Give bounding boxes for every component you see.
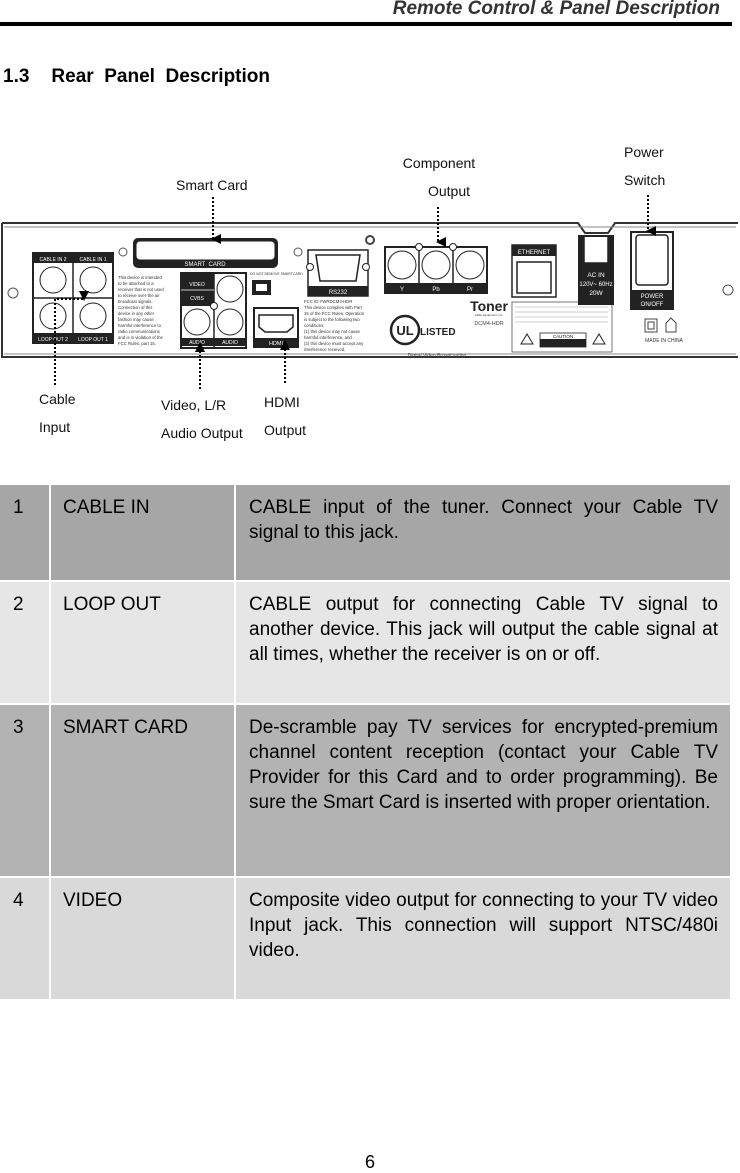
rs232-port: RS232: [306, 235, 375, 297]
section-heading: Rear Panel Description: [51, 66, 270, 87]
ethernet-port: ETHERNET: [511, 244, 557, 298]
svg-text:Digital Video Broadcasting: Digital Video Broadcasting: [408, 353, 467, 359]
svg-text:device in any other: device in any other: [118, 311, 155, 316]
svg-text:Toner: Toner: [470, 298, 508, 314]
section-number: 1.3: [3, 66, 30, 87]
svg-text:harmful interference, and: harmful interference, and: [304, 335, 352, 340]
svg-text:CVBS: CVBS: [190, 296, 204, 302]
table-row: 1 CABLE IN CABLE input of the tuner. Con…: [0, 485, 730, 582]
svg-text:Y: Y: [400, 287, 404, 293]
row-connector-name: LOOP OUT: [51, 582, 236, 705]
row-connector-name: CABLE IN: [51, 485, 236, 582]
section-title: 1.3 Rear Panel Description: [3, 66, 270, 88]
power-switch: POWER ON/OFF: [630, 231, 674, 310]
svg-text:broadcast signals.: broadcast signals.: [118, 299, 153, 304]
svg-text:UL: UL: [396, 323, 413, 338]
svg-text:CAUTION: CAUTION: [553, 334, 573, 339]
svg-text:Connection of this: Connection of this: [118, 305, 152, 310]
ac-inlet: AC IN 120V~ 60Hz 20W: [578, 235, 614, 305]
row-description: De-scramble pay TV services for encrypte…: [236, 705, 730, 878]
label-cable-in-1: CABLE IN 1: [80, 257, 107, 263]
svg-text:and is in violation of the: and is in violation of the: [118, 335, 164, 340]
svg-text:LISTED: LISTED: [420, 327, 456, 338]
loop-out-2-jack: [39, 302, 67, 330]
made-in-label: MADE IN CHINA: [645, 338, 683, 344]
svg-text:cable equipment, inc.: cable equipment, inc.: [475, 313, 504, 317]
svg-text:SMART CARD: SMART CARD: [184, 262, 226, 268]
svg-text:120V~ 60Hz: 120V~ 60Hz: [579, 282, 612, 288]
component-jacks-block: Y Pb Pr: [384, 243, 488, 294]
table-row: 2 LOOP OUT CABLE output for connecting C…: [0, 582, 730, 705]
svg-text:Pb: Pb: [432, 287, 440, 293]
svg-text:conditions:: conditions:: [304, 323, 325, 328]
svg-text:radio communications: radio communications: [118, 329, 160, 334]
svg-text:ETHERNET: ETHERNET: [518, 250, 551, 256]
svg-text:to be attached to a: to be attached to a: [118, 281, 154, 286]
row-description: Composite video output for connecting to…: [236, 878, 730, 1001]
audio-r-jack: [183, 308, 211, 336]
svg-text:is subject to the following tw: is subject to the following two: [304, 317, 360, 322]
header-rule: [0, 22, 732, 26]
fcc-notice-right: FCC ID:YWRDCM4-HDR This device complies …: [304, 299, 365, 352]
rear-panel-drawing: CABLE IN 2 CABLE IN 1 LOOP OUT 2 LOOP OU…: [1, 195, 738, 389]
ul-listed-logo: UL LISTED Digital Video Broadcasting: [389, 314, 467, 359]
table-row: 3 SMART CARD De-scramble pay TV services…: [0, 705, 730, 878]
svg-text:to receive over-the air: to receive over-the air: [118, 293, 160, 298]
y-jack: [387, 250, 417, 280]
row-number: 3: [0, 705, 51, 878]
fcc-notice-left: This device is intended to be attached t…: [118, 275, 164, 346]
label-loop-out-2: LOOP OUT 2: [38, 337, 68, 343]
svg-text:interference received,: interference received,: [304, 347, 345, 352]
svg-text:VIDEO: VIDEO: [189, 282, 205, 288]
svg-text:(1) this device may not cause: (1) this device may not cause: [304, 329, 360, 334]
svg-text:receiver that is not used: receiver that is not used: [118, 287, 164, 292]
rear-panel-table: 1 CABLE IN CABLE input of the tuner. Con…: [0, 485, 730, 1001]
svg-text:ON/OFF: ON/OFF: [641, 302, 664, 308]
loop-out-1-jack: [79, 302, 107, 330]
svg-text:FCC Rules, part 15.: FCC Rules, part 15.: [118, 341, 156, 346]
video-jack: [216, 275, 244, 303]
svg-text:FCC ID:YWRDCM4-HDR: FCC ID:YWRDCM4-HDR: [304, 299, 352, 304]
row-number: 1: [0, 485, 51, 582]
label-cable-in-2: CABLE IN 2: [40, 257, 67, 263]
hdmi-port: HDMI: [253, 307, 299, 348]
svg-text:(2) this device must accept an: (2) this device must accept any: [304, 341, 364, 346]
cable-in-2-jack: [39, 266, 67, 294]
table-row: 4 VIDEO Composite video output for conne…: [0, 878, 730, 1001]
cert-icons: MADE IN CHINA: [644, 317, 684, 344]
svg-text:Pr: Pr: [467, 287, 473, 293]
svg-text:AUDIO: AUDIO: [189, 340, 205, 346]
svg-text:This device is intended: This device is intended: [118, 275, 162, 280]
svg-text:20W: 20W: [589, 290, 603, 297]
brand-logo: Toner cable equipment, inc. DCM4-HDR: [470, 298, 508, 327]
row-description: CABLE input of the tuner. Connect your C…: [236, 485, 730, 582]
do-not-remove-label: DO NOT REMOVE SMARTCARD: [250, 272, 303, 276]
warning-label: CAUTION: [511, 301, 613, 353]
video-audio-block: VIDEO CVBS AUDIO AUDIO: [180, 272, 247, 349]
svg-text:POWER: POWER: [641, 294, 664, 300]
svg-text:AUDIO: AUDIO: [222, 340, 238, 346]
running-header: Remote Control & Panel Description: [392, 0, 720, 19]
svg-text:harmful interference to: harmful interference to: [118, 323, 162, 328]
pb-jack: [421, 250, 451, 280]
svg-text:HDMI: HDMI: [269, 341, 284, 347]
svg-text:DCM4-HDR: DCM4-HDR: [474, 321, 503, 327]
label-loop-out-1: LOOP OUT 1: [78, 337, 108, 343]
rear-panel-figure: Smart Card Component Output Power Switch C…: [0, 135, 740, 455]
svg-text:This device complies with Part: This device complies with Part: [304, 305, 363, 310]
usb-port: [252, 280, 271, 295]
svg-text:RS232: RS232: [329, 290, 348, 296]
svg-text:AC IN: AC IN: [587, 272, 605, 279]
row-number: 2: [0, 582, 51, 705]
audio-l-jack: [216, 308, 244, 336]
row-connector-name: SMART CARD: [51, 705, 236, 878]
row-description: CABLE output for connecting Cable TV sig…: [236, 582, 730, 705]
svg-text:fashion may cause: fashion may cause: [118, 317, 154, 322]
cable-in-1-jack: [79, 266, 107, 294]
svg-text:15 of the FCC Rules. Operation: 15 of the FCC Rules. Operation: [304, 311, 365, 316]
smart-card-slot: SMART CARD: [118, 238, 303, 268]
row-number: 4: [0, 878, 51, 1001]
row-connector-name: VIDEO: [51, 878, 236, 1001]
pr-jack: [455, 250, 485, 280]
